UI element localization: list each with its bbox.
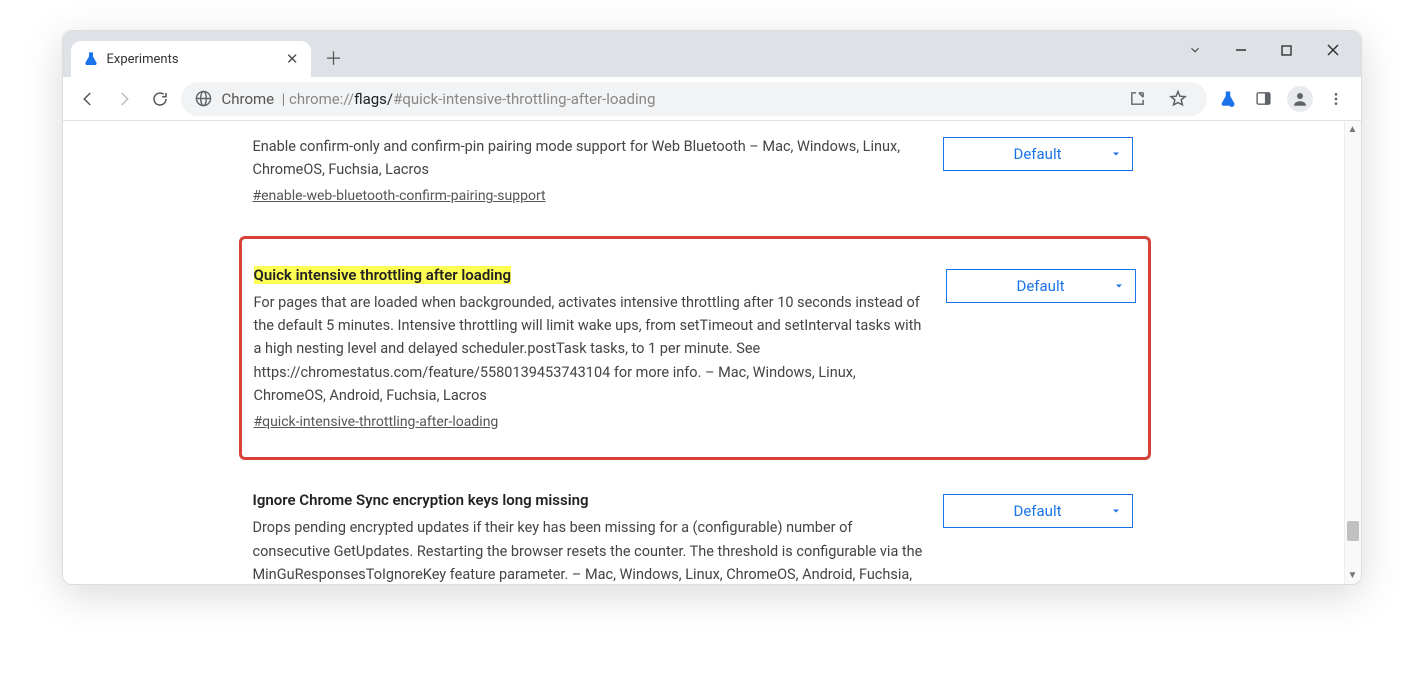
- titlebar: Experiments ✕ ＋: [63, 31, 1361, 77]
- tab-strip: Experiments ✕ ＋: [63, 31, 349, 77]
- flag-description: Drops pending encrypted updates if their…: [253, 516, 923, 584]
- scrollbar[interactable]: ▲ ▼: [1344, 121, 1361, 584]
- flag-row: Quick intensive throttling after loading…: [239, 236, 1151, 461]
- tab-title: Experiments: [107, 52, 179, 67]
- flag-row: Ignore Chrome Sync encryption keys long …: [253, 478, 1133, 584]
- tab-experiments[interactable]: Experiments ✕: [71, 41, 311, 77]
- browser-window: Experiments ✕ ＋ Chrome | c: [62, 30, 1362, 585]
- flags-page: Enable confirm-only and confirm-pin pair…: [63, 121, 1344, 584]
- scroll-up-icon[interactable]: ▲: [1345, 121, 1361, 138]
- flag-state-value: Default: [1017, 277, 1065, 295]
- bookmark-star-icon[interactable]: [1163, 84, 1193, 114]
- window-controls: [1173, 31, 1355, 77]
- omnibox[interactable]: Chrome | chrome://flags/#quick-intensive…: [181, 82, 1207, 116]
- flag-description: For pages that are loaded when backgroun…: [254, 291, 926, 407]
- flag-description: Enable confirm-only and confirm-pin pair…: [253, 135, 923, 181]
- site-info-icon[interactable]: [195, 90, 212, 107]
- flag-anchor-link[interactable]: #quick-intensive-throttling-after-loadin…: [254, 411, 499, 433]
- scroll-thumb[interactable]: [1347, 521, 1359, 541]
- chevron-down-icon: [1110, 505, 1122, 517]
- profile-avatar[interactable]: [1285, 84, 1315, 114]
- forward-button[interactable]: [109, 84, 139, 114]
- toolbar: Chrome | chrome://flags/#quick-intensive…: [63, 77, 1361, 121]
- flag-body: Ignore Chrome Sync encryption keys long …: [253, 488, 923, 584]
- url-text: Chrome | chrome://flags/#quick-intensive…: [222, 90, 1113, 108]
- flag-state-select[interactable]: Default: [946, 269, 1136, 303]
- kebab-menu-icon[interactable]: [1321, 84, 1351, 114]
- side-panel-icon[interactable]: [1249, 84, 1279, 114]
- reload-button[interactable]: [145, 84, 175, 114]
- content-area: Enable confirm-only and confirm-pin pair…: [63, 121, 1361, 584]
- share-icon[interactable]: [1123, 84, 1153, 114]
- flag-body: Enable confirm-only and confirm-pin pair…: [253, 131, 923, 208]
- flag-row: Enable confirm-only and confirm-pin pair…: [253, 121, 1133, 226]
- close-icon[interactable]: ✕: [286, 50, 299, 68]
- close-window-button[interactable]: [1311, 35, 1355, 65]
- flag-state-value: Default: [1014, 502, 1062, 520]
- flag-state-select[interactable]: Default: [943, 494, 1133, 528]
- flask-icon: [83, 51, 99, 67]
- scroll-down-icon[interactable]: ▼: [1345, 567, 1361, 584]
- flag-state-select[interactable]: Default: [943, 137, 1133, 171]
- chevron-down-icon: [1113, 280, 1125, 292]
- minimize-button[interactable]: [1219, 35, 1263, 65]
- chevron-down-icon: [1110, 148, 1122, 160]
- new-tab-button[interactable]: ＋: [319, 43, 349, 73]
- labs-icon[interactable]: [1213, 84, 1243, 114]
- chevron-down-icon[interactable]: [1173, 35, 1217, 65]
- flag-title: Ignore Chrome Sync encryption keys long …: [253, 491, 589, 509]
- flag-body: Quick intensive throttling after loading…: [254, 263, 926, 434]
- flag-anchor-link[interactable]: #enable-web-bluetooth-confirm-pairing-su…: [253, 185, 546, 207]
- flag-title: Quick intensive throttling after loading: [254, 266, 512, 284]
- back-button[interactable]: [73, 84, 103, 114]
- maximize-button[interactable]: [1265, 35, 1309, 65]
- flag-state-value: Default: [1014, 145, 1062, 163]
